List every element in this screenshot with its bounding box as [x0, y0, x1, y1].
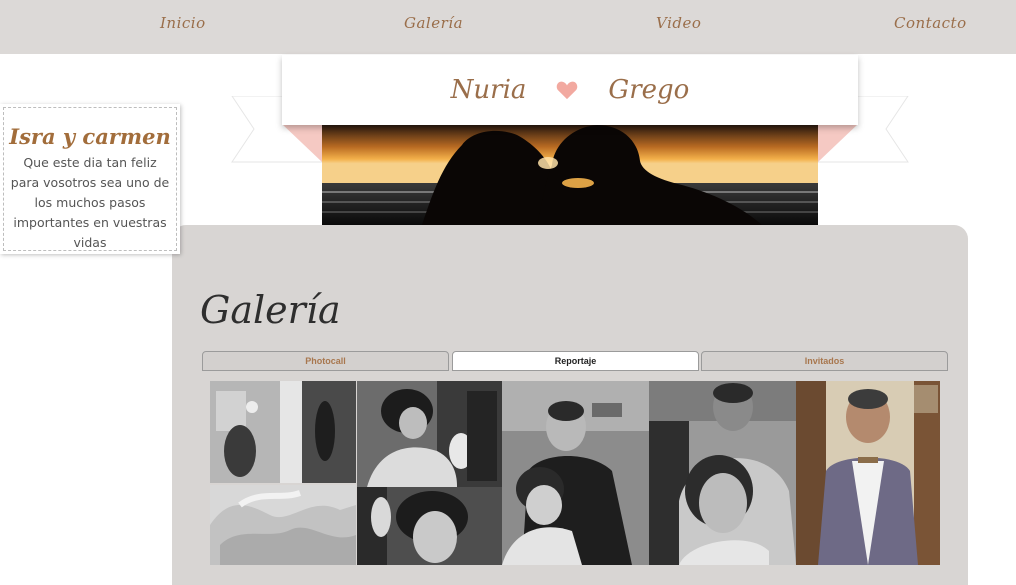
heart-icon	[557, 81, 578, 100]
photo-thumbnail[interactable]	[357, 381, 502, 487]
page-title: Galería	[200, 288, 341, 332]
nav-item-video[interactable]: Video	[656, 14, 701, 32]
names-banner: Nuria Grego	[282, 55, 858, 125]
photo-thumbnail[interactable]	[210, 381, 356, 483]
top-nav: Inicio Galería Video Contacto	[0, 0, 1016, 54]
dedication-card-border: Isra y carmen Que este dia tan feliz par…	[3, 107, 177, 251]
tab-reportaje[interactable]: Reportaje	[452, 351, 699, 371]
groom-bride-name-right: Grego	[608, 75, 690, 105]
groom-bride-name-left: Nuria	[450, 75, 527, 105]
dedication-card: Isra y carmen Que este dia tan feliz par…	[0, 104, 180, 254]
hero-couple-photo	[322, 125, 818, 225]
photo-thumbnail[interactable]	[210, 485, 356, 565]
nav-item-inicio[interactable]: Inicio	[160, 14, 206, 32]
tab-invitados[interactable]: Invitados	[701, 351, 948, 371]
photo-thumbnail[interactable]	[649, 381, 796, 565]
photo-thumbnail[interactable]	[357, 487, 502, 565]
nav-item-contacto[interactable]: Contacto	[894, 14, 967, 32]
nav-item-galeria[interactable]: Galería	[404, 14, 463, 32]
dedication-message: Que este dia tan feliz para vosotros sea…	[10, 155, 170, 250]
photo-thumbnail[interactable]	[502, 381, 649, 565]
dedication-title: Isra y carmen	[9, 124, 171, 149]
photo-thumbnail[interactable]	[796, 381, 940, 565]
tab-photocall[interactable]: Photocall	[202, 351, 449, 371]
